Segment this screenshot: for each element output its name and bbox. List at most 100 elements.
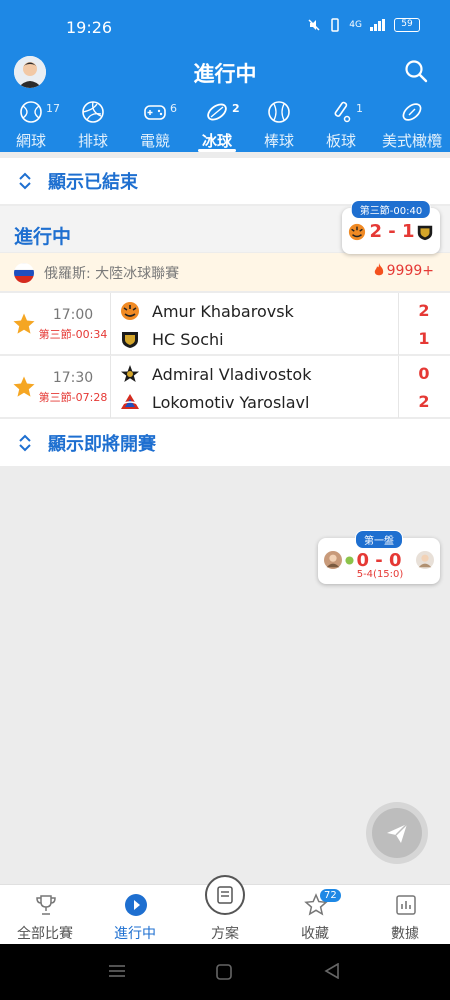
tab-count: 2	[232, 102, 240, 115]
set-score: 0 - 0	[356, 550, 402, 571]
football-icon	[402, 103, 422, 121]
russia-flag-icon	[14, 263, 34, 283]
menu-icon[interactable]	[108, 964, 126, 978]
tab-label: 網球	[15, 132, 46, 150]
away-team-name: HC Sochi	[152, 329, 224, 349]
search-icon[interactable]	[404, 59, 428, 83]
volleyball-icon	[82, 101, 104, 123]
nav-label: 收藏	[301, 926, 329, 942]
bottom-navigation: 全部比賽 進行中 方案 72 收藏 數據	[0, 875, 450, 945]
hc-sochi-logo-icon	[417, 225, 433, 241]
player-avatar-icon	[416, 551, 434, 569]
tab-count: 17	[46, 102, 60, 115]
tennis-icon	[20, 101, 42, 123]
show-finished-label: 顯示已結束	[48, 172, 138, 193]
hot-count: 9999+	[373, 263, 434, 279]
tab-ice-hockey[interactable]: 2 冰球	[186, 96, 248, 152]
tab-volleyball[interactable]: 排球	[62, 96, 124, 152]
away-team: HC Sochi	[120, 327, 224, 351]
show-upcoming-toggle[interactable]: 顯示即將開賽	[0, 418, 450, 466]
nav-label: 數據	[391, 926, 419, 942]
expand-icon	[19, 172, 31, 190]
expand-icon	[19, 434, 31, 451]
player-avatar-icon	[324, 551, 342, 569]
status-icons: 4G 59	[307, 18, 420, 32]
show-upcoming-label: 顯示即將開賽	[48, 433, 156, 455]
paper-plane-icon	[387, 823, 408, 843]
nav-data[interactable]: 數據	[360, 885, 450, 945]
show-finished-toggle[interactable]: 顯示已結束	[0, 158, 450, 204]
serving-ball-icon	[345, 556, 354, 565]
page-title: 進行中	[193, 62, 257, 86]
league-name: 俄羅斯: 大陸冰球聯賽	[44, 266, 180, 282]
favorite-star-icon[interactable]	[12, 375, 36, 399]
nav-all-matches[interactable]: 全部比賽	[0, 885, 90, 945]
floating-live-score-card[interactable]: 第三節-00:40 2 - 1	[342, 200, 440, 254]
match-row[interactable]: 17:00 第三節-00:34 Amur Khabarovsk HC Sochi…	[0, 292, 450, 355]
nav-label: 全部比賽	[17, 926, 73, 942]
match-time: 17:30	[52, 370, 94, 386]
tab-label: 排球	[77, 132, 108, 150]
tab-esports[interactable]: 6 電競	[124, 96, 186, 152]
tab-label: 冰球	[201, 132, 232, 150]
divider	[398, 293, 399, 355]
amur-tiger-logo-icon	[348, 223, 366, 241]
amur-tiger-logo-icon	[121, 302, 139, 320]
quick-action-button[interactable]	[366, 802, 428, 864]
tab-cricket[interactable]: 1 板球	[310, 96, 372, 152]
tab-count: 6	[170, 102, 177, 115]
play-icon	[125, 894, 147, 916]
active-tab-indicator	[198, 149, 236, 152]
sport-tabs: 17 網球 排球 6 電競 2 冰球 棒球 1 板球 美式橄欖	[0, 96, 450, 152]
nav-label: 方案	[211, 926, 239, 942]
bar-chart-icon	[396, 895, 416, 915]
nav-live[interactable]: 進行中	[90, 885, 180, 945]
baseball-icon	[268, 101, 290, 123]
battery-indicator: 59	[394, 18, 420, 32]
home-team: Amur Khabarovsk	[120, 299, 294, 323]
admiral-logo-icon	[121, 365, 139, 382]
match-period: 第三節-07:28	[38, 391, 108, 404]
lokomotiv-logo-icon	[121, 394, 139, 409]
set-badge: 第一盤	[355, 530, 403, 549]
home-team: Admiral Vladivostok	[120, 362, 311, 386]
match-time: 17:00	[52, 307, 94, 323]
gamepad-icon	[144, 105, 166, 120]
tab-label: 棒球	[263, 132, 294, 150]
home-score: 0	[418, 364, 430, 383]
home-team-name: Amur Khabarovsk	[152, 301, 294, 321]
tab-count: 1	[356, 102, 363, 115]
back-icon[interactable]	[324, 963, 340, 979]
app-header: 19:26 4G 59 進行中 17 網球 排球 6 電競 2 冰球 棒球 1 …	[0, 0, 450, 152]
mute-icon	[308, 19, 320, 31]
nav-plans[interactable]: 方案	[180, 875, 270, 945]
status-bar: 19:26 4G 59	[0, 0, 450, 50]
league-header[interactable]: 俄羅斯: 大陸冰球聯賽 9999+	[0, 253, 450, 291]
status-time: 19:26	[66, 18, 113, 37]
tab-american-football[interactable]: 美式橄欖	[372, 96, 450, 152]
favorite-star-icon[interactable]	[12, 312, 36, 336]
away-team: Lokomotiv Yaroslavl	[120, 390, 309, 414]
divider	[110, 293, 111, 355]
nav-favorites[interactable]: 72 收藏	[270, 885, 360, 945]
floating-tennis-score-card[interactable]: 第一盤 0 - 0 5-4(15:0)	[318, 530, 440, 584]
match-row[interactable]: 17:30 第三節-07:28 Admiral Vladivostok Loko…	[0, 355, 450, 418]
system-navigation-bar	[0, 944, 450, 1000]
divider	[110, 356, 111, 418]
away-score: 1	[418, 329, 430, 348]
period-badge: 第三節-00:40	[350, 200, 432, 219]
section-title: 進行中	[14, 226, 72, 248]
home-icon[interactable]	[216, 964, 232, 980]
document-icon	[217, 886, 233, 904]
favorites-count-badge: 72	[320, 889, 341, 902]
tab-baseball[interactable]: 棒球	[248, 96, 310, 152]
tab-tennis[interactable]: 17 網球	[0, 96, 62, 152]
hot-count-value: 9999+	[386, 263, 434, 279]
nav-label: 進行中	[114, 926, 156, 942]
home-team-name: Admiral Vladivostok	[152, 364, 312, 384]
trophy-icon	[36, 895, 56, 915]
fire-icon	[374, 263, 383, 276]
signal-icon	[370, 19, 385, 31]
live-score: 2 - 1	[369, 221, 415, 242]
vibrate-icon	[331, 18, 340, 32]
